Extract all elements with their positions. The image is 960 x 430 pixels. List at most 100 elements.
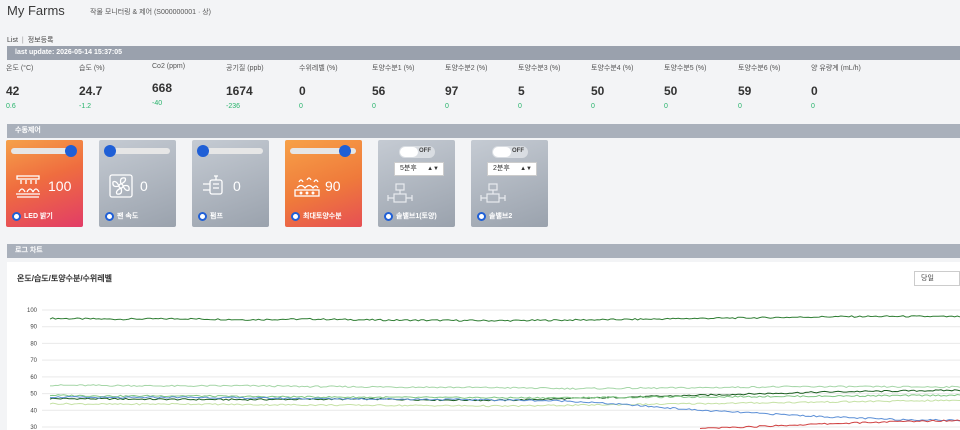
sensor-delta: 0 bbox=[738, 103, 742, 110]
sensor-soil-6: 토양수분6 (%) 59 0 bbox=[738, 63, 813, 110]
valve-1-toggle[interactable]: OFF bbox=[399, 146, 435, 158]
sensor-label: 토양수분3 (%) bbox=[518, 65, 561, 72]
info-icon[interactable] bbox=[12, 212, 21, 221]
sensor-value: 0 bbox=[811, 84, 818, 98]
y-tick-label: 100 bbox=[27, 308, 38, 314]
sensor-delta: 0 bbox=[518, 103, 522, 110]
info-icon[interactable] bbox=[477, 212, 486, 221]
sensor-co2: Co2 (ppm) 668 -40 bbox=[152, 63, 227, 107]
pump-card: 0 펌프 bbox=[192, 140, 269, 227]
sensor-value: 50 bbox=[591, 84, 605, 98]
led-brightness-slider[interactable] bbox=[11, 145, 77, 157]
y-tick-label: 60 bbox=[30, 375, 37, 381]
sensor-delta: -40 bbox=[152, 100, 163, 107]
sensor-water-level: 수위레벨 (%) 0 0 bbox=[299, 63, 374, 110]
valve-1-timer-select[interactable]: 5분후 ▲▼ bbox=[394, 162, 444, 176]
info-icon[interactable] bbox=[291, 212, 300, 221]
fan-speed-value: 0 bbox=[140, 178, 148, 194]
log-chart-bar: 로그 차트 bbox=[7, 244, 960, 258]
sensor-delta: 0 bbox=[664, 103, 668, 110]
sensor-value: 56 bbox=[372, 84, 386, 98]
y-tick-label: 50 bbox=[30, 392, 37, 398]
series-line-2 bbox=[50, 384, 960, 390]
sensor-label: 양 유량계 (mL/h) bbox=[811, 65, 861, 72]
sensor-value: 5 bbox=[518, 84, 525, 98]
sensor-label: 토양수분5 (%) bbox=[664, 65, 707, 72]
timer-value: 5분후 bbox=[400, 165, 417, 172]
valve-icon bbox=[480, 183, 506, 203]
sensor-label: 토양수분6 (%) bbox=[738, 65, 781, 72]
sensor-humidity: 습도 (%) 24.7 -1.2 bbox=[79, 63, 154, 110]
valve-2-toggle[interactable]: OFF bbox=[492, 146, 528, 158]
toggle-knob bbox=[493, 147, 511, 157]
sensor-label: Co2 (ppm) bbox=[152, 63, 186, 70]
fan-speed-card: 0 팬 속도 bbox=[99, 140, 176, 227]
max-soil-moisture-slider[interactable] bbox=[290, 145, 356, 157]
led-grow-light-icon bbox=[16, 175, 40, 198]
valve-2-timer-select[interactable]: 2분후 ▲▼ bbox=[487, 162, 537, 176]
sensor-value: 50 bbox=[664, 84, 678, 98]
y-tick-label: 70 bbox=[30, 358, 37, 364]
chevron-updown-icon: ▲▼ bbox=[427, 166, 439, 172]
sensor-delta: 0.6 bbox=[6, 103, 16, 110]
pump-slider[interactable] bbox=[197, 145, 263, 157]
log-chart-panel: 온도/습도/토양수분/수위레벨 당일 100 90 80 70 60 50 40 30 bbox=[7, 262, 960, 430]
led-brightness-card: 100 LED 밝기 bbox=[6, 140, 83, 227]
sensor-soil-5: 토양수분5 (%) 50 0 bbox=[664, 63, 739, 110]
sensor-label: 수위레벨 (%) bbox=[299, 65, 338, 72]
soil-moisture-icon bbox=[294, 177, 320, 197]
list-link[interactable]: List bbox=[7, 37, 18, 44]
toggle-knob bbox=[400, 147, 418, 157]
fan-speed-label: 팬 속도 bbox=[117, 213, 139, 220]
fan-speed-slider[interactable] bbox=[104, 145, 170, 157]
series-line-3 bbox=[49, 393, 960, 400]
sensor-value: 24.7 bbox=[79, 84, 103, 98]
sensor-label: 토양수분2 (%) bbox=[445, 65, 488, 72]
toggle-state: OFF bbox=[512, 148, 524, 154]
sensor-value: 668 bbox=[152, 81, 173, 95]
sensor-summary: 온도 (°C) 42 0.6 습도 (%) 24.7 -1.2 Co2 (ppm… bbox=[0, 63, 960, 119]
sensor-soil-2: 토양수분2 (%) 97 0 bbox=[445, 63, 520, 110]
pump-value: 0 bbox=[233, 178, 241, 194]
led-brightness-label: LED 밝기 bbox=[24, 213, 53, 220]
header: My Farms 작물 모니터링 & 제어 (S000000001 · 상) bbox=[0, 0, 960, 26]
sensor-delta: -1.2 bbox=[79, 103, 92, 110]
y-tick-label: 80 bbox=[30, 341, 37, 347]
last-update-bar: last update: 2026-05-14 15:37:05 bbox=[7, 46, 960, 60]
chevron-updown-icon: ▲▼ bbox=[520, 166, 532, 172]
sensor-value: 42 bbox=[6, 84, 20, 98]
sensor-value: 1674 bbox=[226, 84, 253, 98]
nav-separator: | bbox=[21, 37, 24, 44]
sensor-delta: -236 bbox=[226, 103, 241, 110]
register-link[interactable]: 정보등록 bbox=[28, 37, 54, 44]
valve-1-label: 솔밸브1(토양) bbox=[396, 213, 437, 220]
sensor-temperature: 온도 (°C) 42 0.6 bbox=[6, 63, 81, 110]
slider-knob[interactable] bbox=[104, 145, 116, 157]
sensor-delta: 0 bbox=[299, 103, 303, 110]
sensor-soil-4: 토양수분4 (%) 50 0 bbox=[591, 63, 666, 110]
info-icon[interactable] bbox=[198, 212, 207, 221]
sensor-delta: 0 bbox=[372, 103, 376, 110]
y-tick-label: 30 bbox=[30, 425, 37, 430]
series-line-5 bbox=[49, 395, 960, 422]
series-line-0 bbox=[49, 315, 960, 322]
sensor-label: 온도 (°C) bbox=[6, 65, 34, 72]
slider-knob[interactable] bbox=[197, 145, 209, 157]
solenoid-valve-2-card: OFF 2분후 ▲▼ 솔밸브2 bbox=[471, 140, 548, 227]
sensor-delta: 0 bbox=[445, 103, 449, 110]
valve-icon bbox=[387, 183, 413, 203]
timer-value: 2분후 bbox=[493, 165, 510, 172]
toggle-state: OFF bbox=[419, 148, 431, 154]
sensor-soil-1: 토양수분1 (%) 56 0 bbox=[372, 63, 447, 110]
sensor-value: 59 bbox=[738, 84, 752, 98]
breadcrumb: List | 정보등록 bbox=[7, 35, 54, 45]
slider-knob[interactable] bbox=[65, 145, 77, 157]
solenoid-valve-1-card: OFF 5분후 ▲▼ 솔밸브1(토양) bbox=[378, 140, 455, 227]
slider-knob[interactable] bbox=[338, 145, 351, 157]
info-icon[interactable] bbox=[105, 212, 114, 221]
y-tick-label: 90 bbox=[30, 325, 37, 331]
manual-control-bar: 수동제어 bbox=[7, 124, 960, 138]
sensor-value: 97 bbox=[445, 84, 459, 98]
sensor-label: 습도 (%) bbox=[79, 65, 105, 72]
info-icon[interactable] bbox=[384, 212, 393, 221]
